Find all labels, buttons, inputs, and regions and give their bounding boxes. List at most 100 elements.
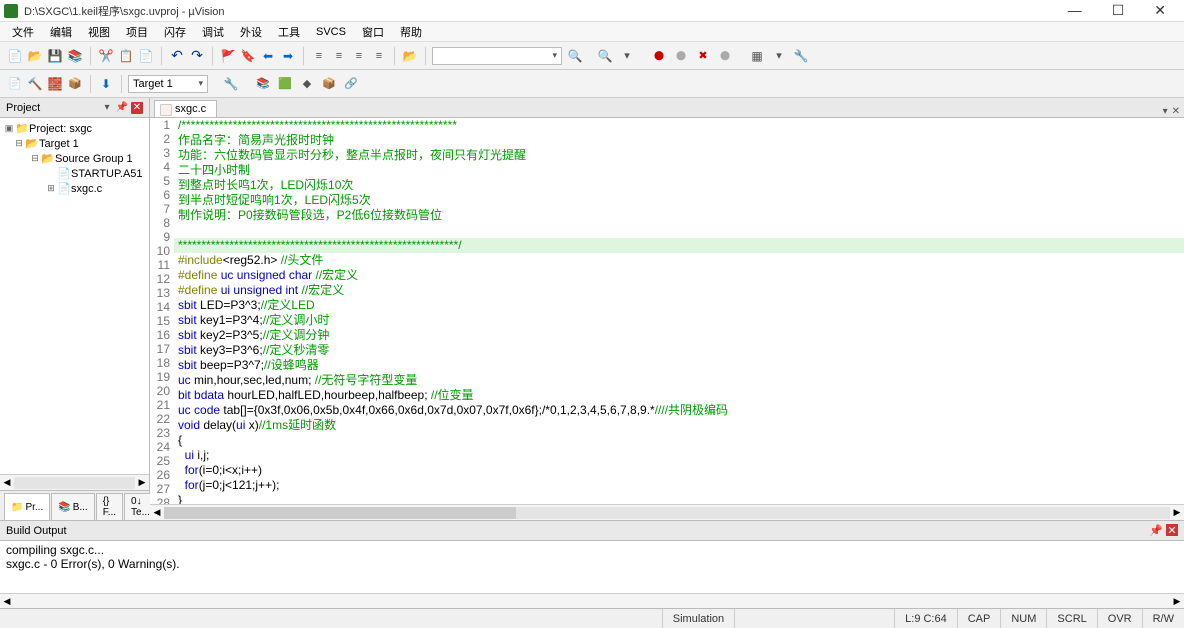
tree-file-startup[interactable]: 📄STARTUP.A51 [3,166,146,181]
download-icon[interactable] [97,75,115,93]
menu-help[interactable]: 帮助 [394,22,428,42]
code-line[interactable]: #include<reg52.h> //头文件 [174,253,1184,268]
menu-peripherals[interactable]: 外设 [234,22,268,42]
manage-components-icon[interactable]: 🟩 [276,75,294,93]
bookmark-icon[interactable] [239,47,257,65]
code-line[interactable]: 到整点时长鸣1次，LED闪烁10次 [174,178,1184,193]
menu-debug[interactable]: 调试 [196,22,230,42]
code-line[interactable]: { [174,433,1184,448]
menu-flash[interactable]: 闪存 [158,22,192,42]
code-line[interactable]: 制作说明：P0接数码管段选，P2低6位接数码管位 [174,208,1184,223]
tab-functions[interactable]: {} F... [96,493,123,520]
tab-project[interactable]: 📁 Pr... [4,493,50,520]
code-line[interactable]: uc code tab[]={0x3f,0x06,0x5b,0x4f,0x66,… [174,403,1184,418]
indent-left-icon[interactable]: ≡ [310,47,328,65]
open-icon[interactable] [26,47,44,65]
build-scroll[interactable]: ◀ ▶ [0,593,1184,608]
bookmark-prev-icon[interactable] [219,47,237,65]
panel-close-icon[interactable]: ✕ [131,102,143,114]
code-editor[interactable]: 1234567891011121314151617181920212223242… [150,118,1184,504]
code-line[interactable]: sbit LED=P3^3;//定义LED [174,298,1184,313]
nav-back-icon[interactable] [259,47,277,65]
config-icon[interactable]: ▾ [618,47,636,65]
configure-icon[interactable] [792,47,810,65]
pin-icon[interactable]: ▾ [101,102,113,114]
menu-view[interactable]: 视图 [82,22,116,42]
code-line[interactable]: /***************************************… [174,118,1184,133]
code-line[interactable]: sbit key3=P3^6;//定义秒清零 [174,343,1184,358]
code-line[interactable]: sbit key1=P3^4;//定义调小时 [174,313,1184,328]
menu-edit[interactable]: 编辑 [44,22,78,42]
find-files-icon[interactable] [401,47,419,65]
undo-icon[interactable] [168,47,186,65]
breakpoint-enable-icon[interactable] [716,47,734,65]
comment-icon[interactable]: ≡ [350,47,368,65]
editor-scroll-right-icon[interactable]: ▶ [1170,507,1184,518]
window-layout-icon[interactable] [748,47,766,65]
minimize-button[interactable]: — [1062,2,1088,19]
window-layout-arrow-icon[interactable]: ▾ [770,47,788,65]
manage-books-icon[interactable]: 📚 [254,75,272,93]
batch-build-icon[interactable]: 📦 [66,75,84,93]
saveall-icon[interactable] [66,47,84,65]
code-line[interactable]: uc min,hour,sec,led,num; //无符号字符型变量 [174,373,1184,388]
manage-rte-icon[interactable]: 🔗 [342,75,360,93]
cut-icon[interactable] [97,47,115,65]
close-button[interactable]: ✕ [1148,2,1172,19]
code-line[interactable]: ui i,j; [174,448,1184,463]
code-line[interactable] [174,223,1184,238]
rebuild-icon[interactable] [46,75,64,93]
build-scroll-right-icon[interactable]: ▶ [1170,596,1184,607]
code-line[interactable]: #define uc unsigned char //宏定义 [174,268,1184,283]
tree-target[interactable]: ⊟📂Target 1 [3,136,146,151]
project-scrollbar[interactable]: ◀ ▶ [0,474,149,490]
menu-project[interactable]: 项目 [120,22,154,42]
menu-tools[interactable]: 工具 [272,22,306,42]
editor-hscroll[interactable]: ◀ ▶ [150,504,1184,520]
code-line[interactable]: #define ui unsigned int //宏定义 [174,283,1184,298]
copy-icon[interactable] [117,47,135,65]
editor-close-icon[interactable]: ✕ [1172,106,1180,117]
code-line[interactable]: 作品名字：简易声光报时时钟 [174,133,1184,148]
redo-icon[interactable] [188,47,206,65]
build-output-body[interactable]: compiling sxgc.c... sxgc.c - 0 Error(s),… [0,541,1184,593]
code-line[interactable]: ****************************************… [174,238,1184,253]
code-line[interactable]: for(i=0;i<x;i++) [174,463,1184,478]
breakpoint-disable-icon[interactable] [672,47,690,65]
menu-file[interactable]: 文件 [6,22,40,42]
scroll-right-icon[interactable]: ▶ [135,477,149,488]
scroll-left-icon[interactable]: ◀ [0,477,14,488]
manage-layers-icon[interactable]: ◆ [298,75,316,93]
code-line[interactable]: sbit key2=P3^5;//定义调分钟 [174,328,1184,343]
debug-magnify-icon[interactable] [596,47,614,65]
tree-file-sxgc[interactable]: ⊞📄sxgc.c [3,181,146,196]
save-icon[interactable] [46,47,64,65]
translate-icon[interactable]: 📄 [6,75,24,93]
find-icon[interactable] [566,47,584,65]
code-body[interactable]: /***************************************… [174,118,1184,504]
uncomment-icon[interactable]: ≡ [370,47,388,65]
build-scroll-left-icon[interactable]: ◀ [0,596,14,607]
editor-scroll-left-icon[interactable]: ◀ [150,507,164,518]
code-line[interactable]: sbit beep=P3^7;//设蜂鸣器 [174,358,1184,373]
paste-icon[interactable] [137,47,155,65]
manage-pack-icon[interactable]: 📦 [320,75,338,93]
new-icon[interactable] [6,47,24,65]
breakpoint-kill-icon[interactable] [694,47,712,65]
autohide-icon[interactable]: 📌 [116,102,128,114]
tree-source-group[interactable]: ⊟📂Source Group 1 [3,151,146,166]
code-line[interactable]: void delay(ui x)//1ms延时函数 [174,418,1184,433]
menu-window[interactable]: 窗口 [356,22,390,42]
build-pin-icon[interactable]: 📌 [1149,524,1163,537]
code-line[interactable]: for(j=0;j<121;j++); [174,478,1184,493]
options-icon[interactable] [222,75,240,93]
find-combo[interactable] [432,47,562,65]
nav-fwd-icon[interactable] [279,47,297,65]
build-close-icon[interactable]: ✕ [1166,524,1178,536]
tree-project-root[interactable]: ▣📁Project: sxgc [3,121,146,136]
editor-tab-sxgc[interactable]: sxgc.c [154,100,217,117]
indent-right-icon[interactable]: ≡ [330,47,348,65]
breakpoint-insert-icon[interactable] [650,47,668,65]
code-line[interactable]: 功能：六位数码管显示时分秒，整点半点报时，夜间只有灯光提醒 [174,148,1184,163]
menu-svcs[interactable]: SVCS [310,24,352,40]
